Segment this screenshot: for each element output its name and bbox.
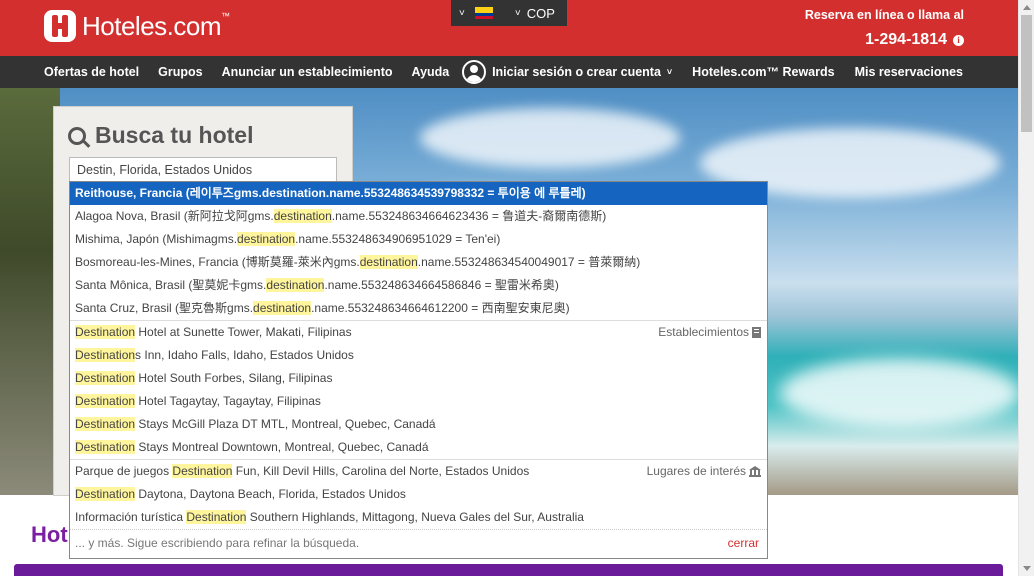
suggestion-text-hl: Destination [75,440,136,454]
suggestion-text-pre: Santa Mônica, Brasil (聖莫妮卡gms. [75,278,267,292]
suggestion-text-post: Hotel Tagaytay, Tagaytay, Filipinas [135,394,321,408]
chevron-down-icon[interactable]: ˅ [459,8,465,19]
main-nav: Ofertas de hotel Grupos Anunciar un esta… [0,56,1018,88]
suggestion-text-post: Southern Highlands, Mittagong, Nueva Gal… [246,510,584,524]
suggestion-text-post: Daytona, Daytona Beach, Florida, Estados… [135,487,406,501]
nav-ayuda[interactable]: Ayuda [412,65,450,79]
suggestion-item[interactable]: Bosmoreau-les-Mines, Francia (博斯莫羅-萊米內gm… [70,251,767,274]
suggestion-text-hl: destination [266,278,325,292]
category-label: Lugares de interés [647,460,761,483]
phone-value: 1-294-1814 [865,31,947,48]
suggestion-text-post: .name.553248634906951029 = Ten'ei) [295,232,501,246]
info-icon[interactable]: i [953,34,964,46]
phone-number: 1-294-1814 i [865,31,964,49]
category-label-text: Establecimientos [658,325,749,339]
logo-text: Hoteles.com [82,10,222,41]
signin-button[interactable]: Iniciar sesión o crear cuenta ˅ [462,60,672,84]
suggestion-selected[interactable]: Reithouse, Francia (레이투즈gms.destination.… [70,182,767,205]
top-header: Hoteles.com™ ˅ ˅ COP Reserva en línea o … [0,0,1018,56]
locale-currency-selector: ˅ ˅ COP [451,0,567,26]
suggestion-item[interactable]: Destination Stays McGill Plaza DT MTL, M… [70,413,767,436]
suggestion-item[interactable]: Alagoa Nova, Brasil (新阿拉戈阿gms.destinatio… [70,205,767,228]
suggestion-text-post: Stays Montreal Downtown, Montreal, Quebe… [135,440,429,454]
suggestion-text-hl: destination [253,301,312,315]
suggestion-text-pre: Información turística [75,510,187,524]
suggestion-text-hl: Destination [75,325,136,339]
suggestion-text-post: Hotel at Sunette Tower, Makati, Filipina… [135,325,352,339]
search-title-text: Busca tu hotel [95,122,254,148]
user-avatar-icon [462,60,487,84]
close-link[interactable]: cerrar [728,530,759,556]
suggestion-text-hl: Destination [75,487,136,501]
suggestion-item[interactable]: Destinations Inn, Idaho Falls, Idaho, Es… [70,344,767,367]
suggestion-item[interactable]: Santa Mônica, Brasil (聖莫妮卡gms.destinatio… [70,274,767,297]
nav-anunciar[interactable]: Anunciar un establecimiento [222,65,393,79]
suggestion-text-post: .name.553248634664623436 = 鲁道夫-裔爾南德斯) [331,209,607,223]
category-label-text: Lugares de interés [646,464,746,478]
page-scrollbar[interactable] [1018,0,1034,576]
search-title: Busca tu hotel [68,122,253,149]
hotels-logo[interactable]: Hoteles.com™ [44,10,230,42]
suggestion-text-post: Fun, Kill Devil Hills, Carolina del Nort… [232,464,530,478]
suggestion-text-pre: Mishima, Japón (Mishimagms. [75,232,238,246]
suggestion-item[interactable]: Santa Cruz, Brasil (聖克魯斯gms.destination.… [70,297,767,320]
scroll-thumb[interactable] [1021,15,1032,132]
autocomplete-dropdown: Reithouse, Francia (레이투즈gms.destination.… [69,181,768,559]
suggestion-text-hl: destination [359,255,418,269]
scroll-up-arrow[interactable] [1023,5,1031,10]
search-icon [68,126,86,145]
nav-grupos[interactable]: Grupos [158,65,202,79]
suggestion-item[interactable]: Mishima, Japón (Mishimagms.destination.n… [70,228,767,251]
destination-input[interactable] [69,157,337,183]
suggestion-item[interactable]: Destination Hotel at Sunette Tower, Maka… [70,321,767,344]
colombia-flag-icon[interactable] [474,7,493,19]
scroll-down-arrow[interactable] [1023,566,1031,571]
suggestion-text-hl: destination [237,232,296,246]
reserve-text: Reserva en línea o llama al [804,8,964,22]
nav-reservations[interactable]: Mis reservaciones [855,65,963,79]
nav-ofertas[interactable]: Ofertas de hotel [44,65,139,79]
suggestion-item[interactable]: Información turística Destination Southe… [70,506,767,529]
suggestion-item[interactable]: Destination Hotel Tagaytay, Tagaytay, Fi… [70,390,767,413]
suggestion-text-post: s Inn, Idaho Falls, Idaho, Estados Unido… [135,348,354,362]
suggestion-text-hl: Destination [75,348,136,362]
section-heading-partial: Hot [31,522,68,547]
suggestion-text-post: .name.553248634664612200 = 西南聖安東尼奧) [311,301,570,315]
currency-selector[interactable]: ˅ COP [515,6,555,21]
hotels-logo-icon [44,10,76,42]
nav-rewards[interactable]: Hoteles.com™ Rewards [692,65,834,79]
promo-bar [14,564,1003,576]
suggestion-item[interactable]: Destination Stays Montreal Downtown, Mon… [70,436,767,459]
suggestion-text-post: Stays McGill Plaza DT MTL, Montreal, Que… [135,417,436,431]
dropdown-footer: ... y más. Sigue escribiendo para refina… [70,529,767,555]
logo-trademark: ™ [221,10,230,21]
suggestion-text-post: Hotel South Forbes, Silang, Filipinas [135,371,333,385]
suggestion-text-hl: Destination [75,371,136,385]
suggestion-text-pre: Parque de juegos [75,464,173,478]
suggestion-text-hl: Destination [186,510,247,524]
currency-label: COP [526,5,555,21]
chevron-down-icon: ˅ [514,7,521,19]
suggestion-text-post: .name.553248634540049017 = 普萊爾納) [417,255,641,269]
suggestion-item[interactable]: Destination Hotel South Forbes, Silang, … [70,367,767,390]
suggestion-item[interactable]: Parque de juegos Destination Fun, Kill D… [70,460,767,483]
suggestion-text-hl: Destination [75,394,136,408]
suggestion-text-pre: Alagoa Nova, Brasil (新阿拉戈阿gms. [75,209,274,223]
signin-label: Iniciar sesión o crear cuenta [492,65,661,79]
category-label: Establecimientos [658,321,761,344]
suggestion-text-pre: Santa Cruz, Brasil (聖克魯斯gms. [75,301,254,315]
suggestion-text-hl: Destination [172,464,233,478]
suggestion-text-pre: Bosmoreau-les-Mines, Francia (博斯莫羅-萊米內gm… [75,255,360,269]
suggestion-text-hl: destination [273,209,332,223]
building-icon [752,327,761,338]
more-results-text: ... y más. Sigue escribiendo para refina… [75,536,360,550]
suggestion-text-hl: Destination [75,417,136,431]
suggestion-item[interactable]: Destination Daytona, Daytona Beach, Flor… [70,483,767,506]
landmark-icon [749,466,761,477]
suggestion-text-post: .name.553248634664586846 = 聖雷米希奧) [324,278,559,292]
chevron-down-icon: ˅ [666,67,673,77]
